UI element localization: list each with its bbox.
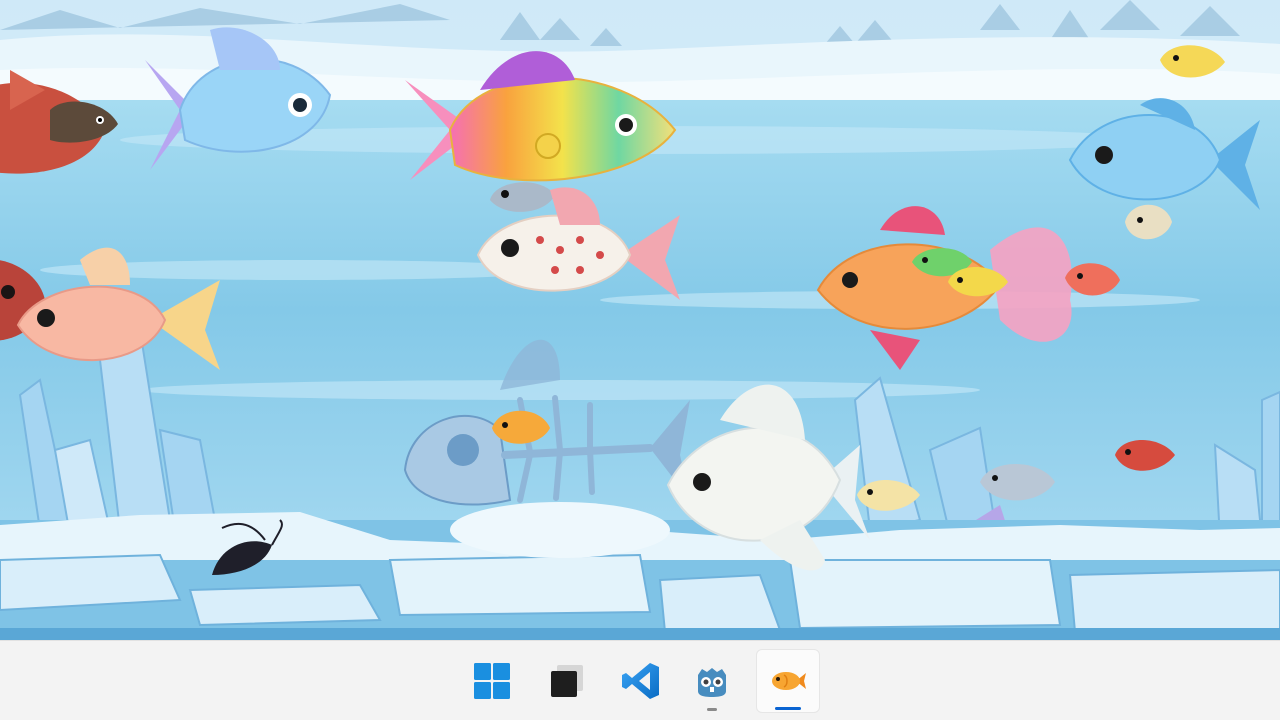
fish-app-icon xyxy=(772,672,806,690)
terminal-window-icon xyxy=(551,665,583,697)
running-indicator xyxy=(707,708,717,711)
godot-taskbar-button[interactable] xyxy=(680,649,744,713)
terminal-taskbar-button[interactable] xyxy=(535,649,599,713)
start-button[interactable] xyxy=(460,649,524,713)
vscode-icon xyxy=(622,663,659,699)
windows-start-icon xyxy=(474,663,510,699)
godot-icon xyxy=(698,668,726,697)
aquarium-scene xyxy=(0,0,1280,640)
vscode-taskbar-button[interactable] xyxy=(609,649,673,713)
fish-app-taskbar-button[interactable] xyxy=(756,649,820,713)
active-indicator xyxy=(775,707,801,710)
taskbar xyxy=(0,640,1280,720)
